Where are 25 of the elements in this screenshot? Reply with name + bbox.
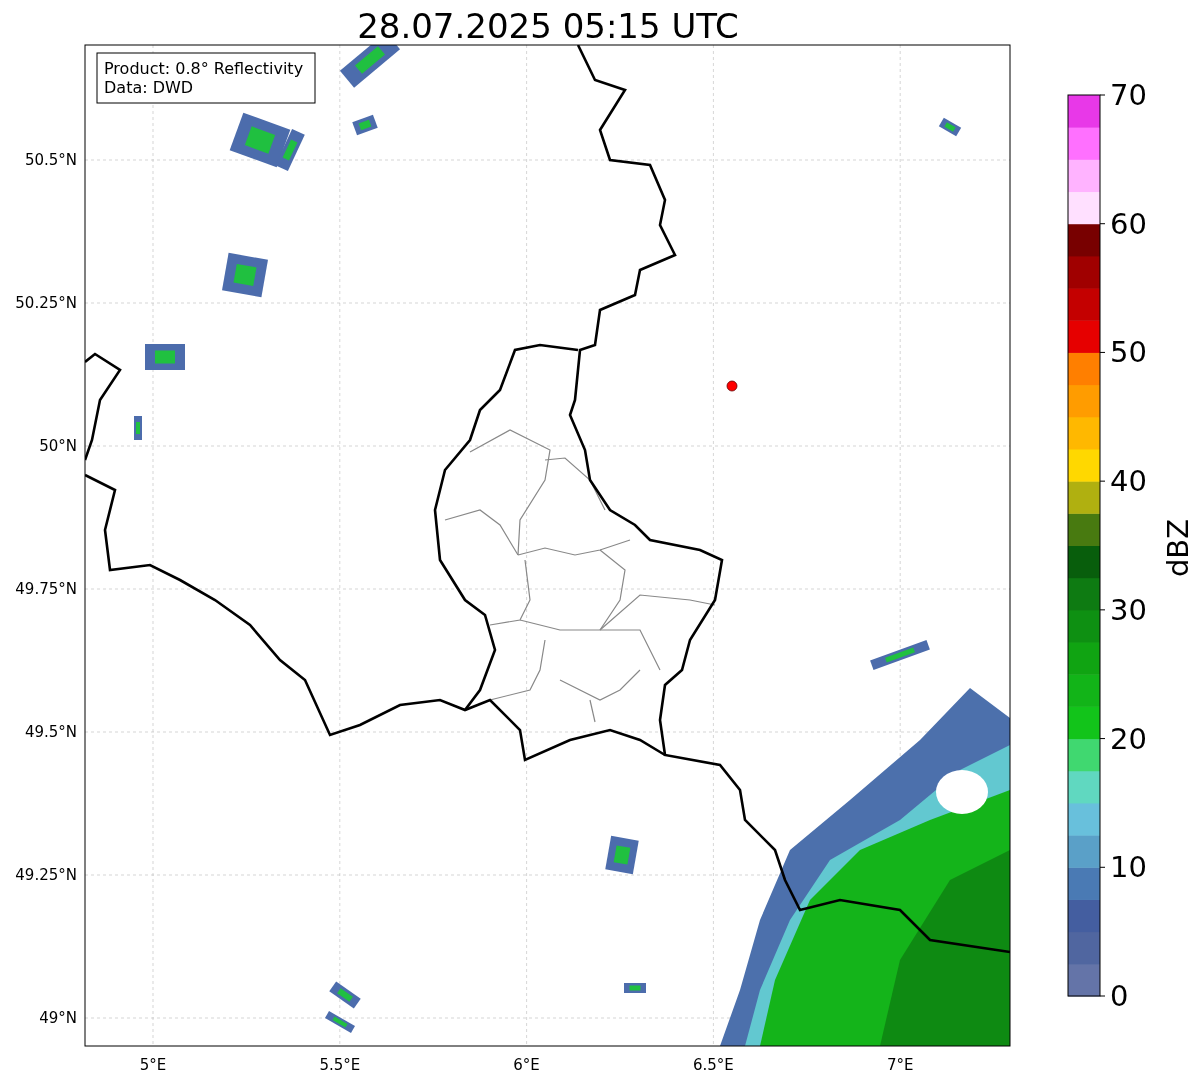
axis-tick-label: 5°E bbox=[139, 1056, 167, 1074]
axis-tick-label: 50.25°N bbox=[15, 294, 77, 312]
axis-tick-label: 6°E bbox=[513, 1056, 540, 1074]
location-marker bbox=[726, 380, 738, 392]
axis-tick-label: 49.5°N bbox=[24, 723, 77, 741]
colorbar-tick-label: 20 bbox=[1110, 721, 1147, 756]
colorbar-tick-label: 10 bbox=[1110, 850, 1147, 885]
info-text: Product: 0.8° Reflectivity bbox=[104, 59, 304, 78]
axis-tick-label: 49.25°N bbox=[15, 866, 77, 884]
chart-title: 28.07.2025 05:15 UTC bbox=[357, 6, 739, 46]
axis-tick-label: 49°N bbox=[39, 1009, 77, 1027]
colorbar-tick-label: 40 bbox=[1110, 464, 1147, 499]
axis-tick-label: 50.5°N bbox=[24, 151, 77, 169]
info-text: Data: DWD bbox=[104, 78, 194, 97]
axis-tick-label: 7°E bbox=[886, 1056, 914, 1074]
colorbar-label: dBZ bbox=[1161, 518, 1195, 578]
axis-tick-label: 50°N bbox=[39, 437, 77, 455]
colorbar-tick-label: 30 bbox=[1110, 592, 1147, 627]
colorbar-tick-label: 60 bbox=[1110, 206, 1147, 241]
colorbar-tick-label: 70 bbox=[1110, 78, 1147, 112]
colorbar-tick-label: 0 bbox=[1110, 979, 1129, 1013]
colorbar-tick-label: 50 bbox=[1110, 335, 1147, 370]
axis-tick-label: 5.5°E bbox=[319, 1056, 361, 1074]
axis-tick-label: 49.75°N bbox=[15, 580, 77, 598]
axis-tick-label: 6.5°E bbox=[693, 1056, 734, 1074]
